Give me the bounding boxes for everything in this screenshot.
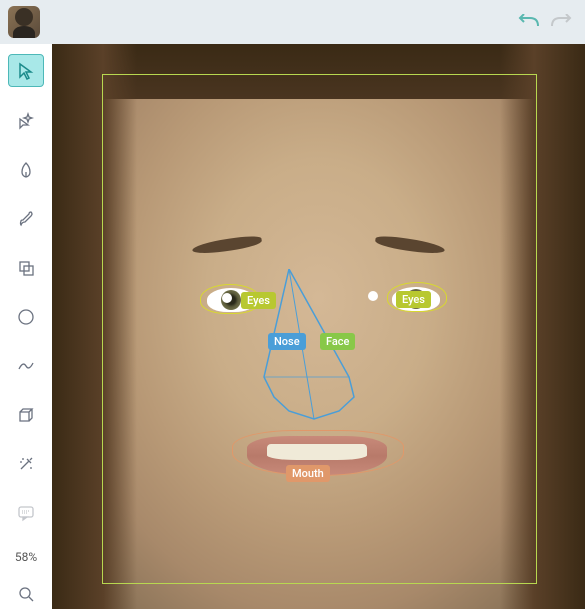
comment-tool[interactable] [9,497,43,528]
cube-icon [17,406,35,424]
annotation-overlay: Eyes Eyes Nose Face Mouth [52,44,585,609]
cube-tool[interactable] [9,399,43,430]
select-tool[interactable] [8,54,44,87]
copy-tool[interactable] [9,252,43,283]
user-avatar[interactable] [8,6,40,38]
comment-icon [17,504,35,522]
tool-sidebar: 58% [0,44,52,609]
redo-button[interactable] [549,10,573,34]
pen-icon [17,161,35,179]
circle-tool[interactable] [9,301,43,332]
wand-icon [17,455,35,473]
mouth-label[interactable]: Mouth [286,465,330,482]
magnify-icon [17,585,35,603]
copy-icon [17,259,35,277]
pen-tool[interactable] [9,154,43,185]
circle-icon [17,308,35,326]
nose-label[interactable]: Nose [268,333,306,350]
redo-icon [550,14,572,30]
undo-icon [518,14,540,30]
canvas-area[interactable]: Eyes Eyes Nose Face Mouth [52,44,585,609]
magic-tool[interactable] [9,105,43,136]
zoom-level-label: 58% [15,550,37,564]
cursor-icon [17,62,35,80]
brush-icon [17,210,35,228]
zoom-tool[interactable] [9,578,43,609]
eye-point-left[interactable] [222,293,232,303]
wand-tool[interactable] [9,448,43,479]
eyes-label-right[interactable]: Eyes [396,291,431,308]
brush-tool[interactable] [9,203,43,234]
polyline-tool[interactable] [9,350,43,381]
sparkle-cursor-icon [17,112,35,130]
top-bar [0,0,585,44]
main-area: 58% Eyes Eyes [0,44,585,609]
polyline-icon [17,357,35,375]
undo-button[interactable] [517,10,541,34]
face-label[interactable]: Face [320,333,355,350]
